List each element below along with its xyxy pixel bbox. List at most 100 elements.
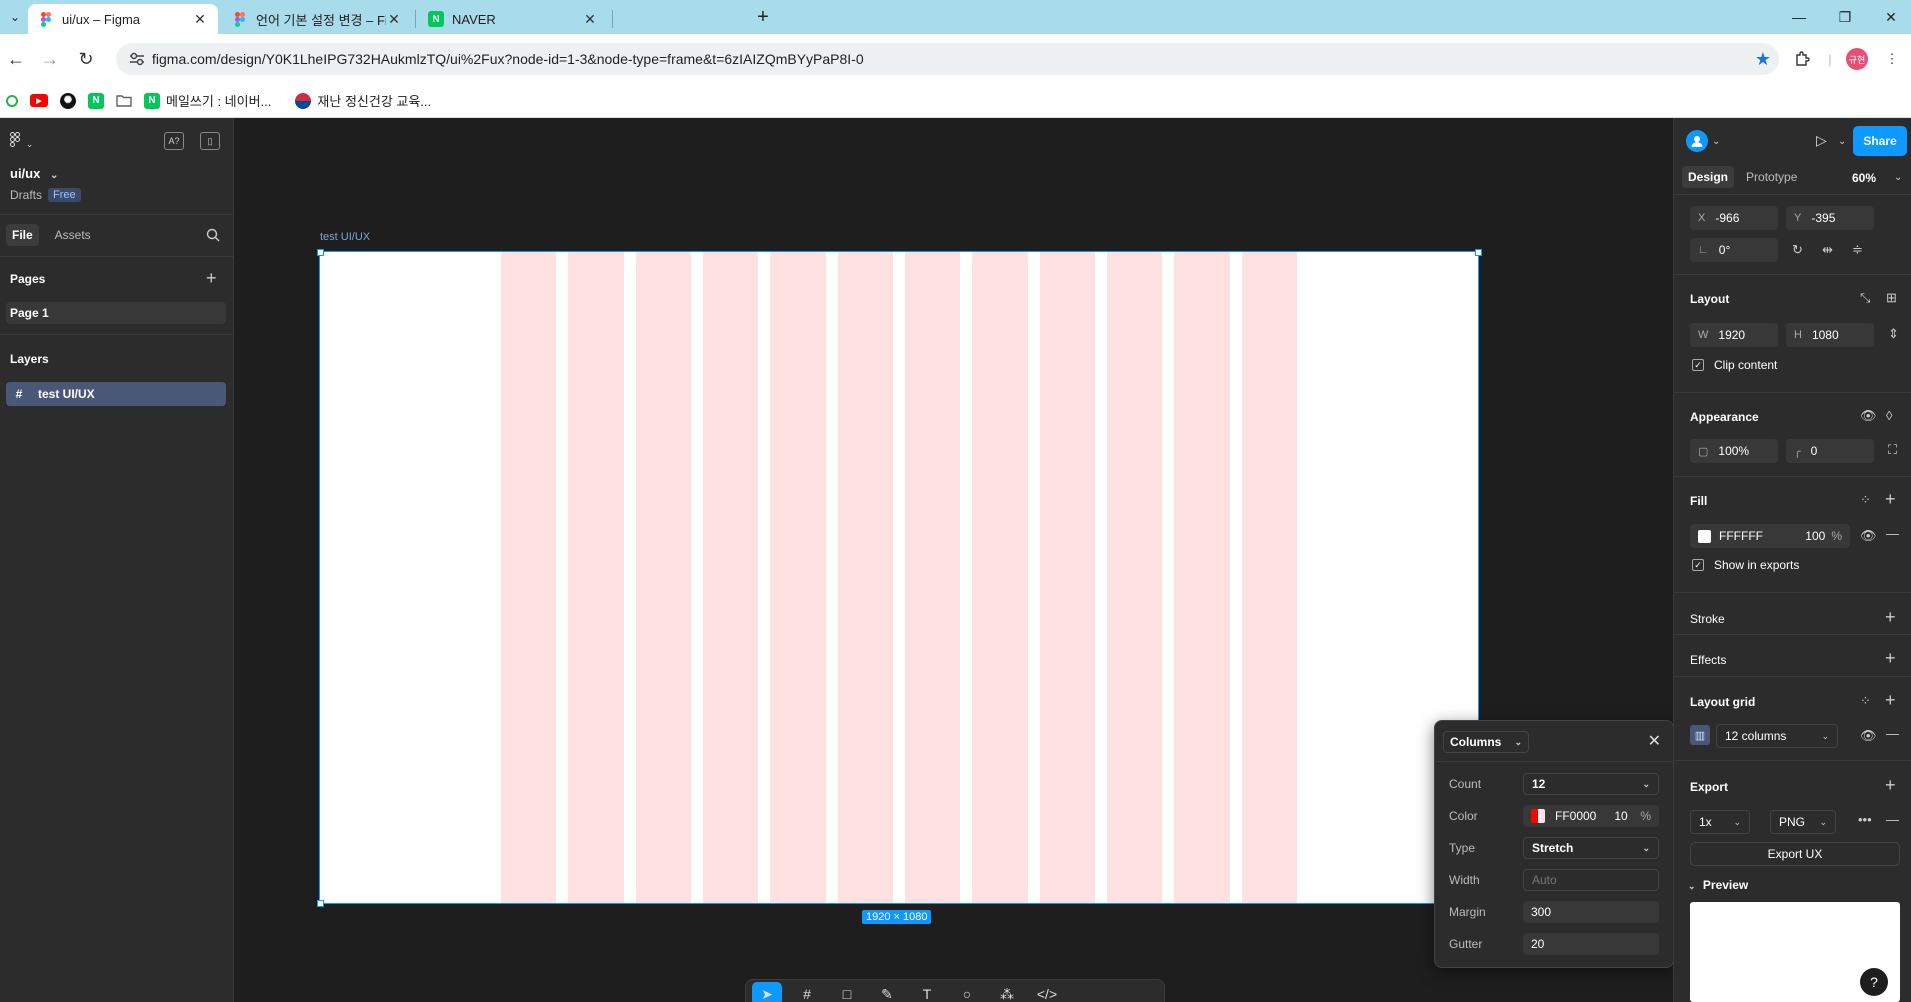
figma-main-menu-icon[interactable]: ⌄ <box>10 132 33 150</box>
width-field[interactable]: W 1920 <box>1690 323 1778 347</box>
window-close-icon[interactable]: ✕ <box>1880 6 1902 28</box>
move-tool-icon[interactable]: ➤ <box>752 982 782 1002</box>
rectangle-tool-icon[interactable]: □ <box>832 982 862 1002</box>
new-tab-button[interactable]: + <box>752 6 774 28</box>
resize-handle[interactable] <box>317 249 324 256</box>
constrain-proportions-icon[interactable]: ⇕ <box>1888 326 1899 342</box>
present-play-icon[interactable]: ▷ <box>1816 132 1827 149</box>
browser-tab-figma[interactable]: ui/ux – Figma ✕ <box>28 4 218 34</box>
remove-export-icon[interactable]: — <box>1886 812 1899 827</box>
x-position-field[interactable]: X -966 <box>1690 206 1778 230</box>
color-swatch[interactable] <box>1531 809 1545 823</box>
tab-prototype[interactable]: Prototype <box>1740 166 1803 188</box>
close-icon[interactable]: ✕ <box>582 11 598 28</box>
bookmark-item[interactable] <box>6 94 18 107</box>
layer-item[interactable]: # test UI/UX <box>6 382 226 406</box>
grid-type-select[interactable]: Columns ⌄ <box>1443 731 1529 753</box>
margin-input[interactable]: 300 <box>1523 901 1659 923</box>
styles-grid-icon[interactable]: ⁘ <box>1860 693 1871 709</box>
zoom-level[interactable]: 60% <box>1852 171 1876 185</box>
eye-icon[interactable]: 👁 <box>1860 728 1877 744</box>
preview-toggle[interactable]: ⌄ Preview <box>1688 878 1748 892</box>
more-options-icon[interactable]: ••• <box>1858 812 1872 827</box>
omnibox[interactable]: figma.com/design/Y0K1LheIPG732HAukmlzTQ/… <box>116 43 1779 75</box>
file-name[interactable]: ui/ux ⌄ <box>10 166 58 181</box>
export-scale-select[interactable]: 1x ⌄ <box>1690 810 1750 834</box>
y-position-field[interactable]: Y -395 <box>1786 206 1874 230</box>
text-tool-icon[interactable]: T <box>912 982 942 1002</box>
profile-avatar[interactable]: 규현 <box>1846 48 1868 70</box>
tab-search-chevron-icon[interactable]: ⌄ <box>4 6 26 28</box>
browser-tab-figma-language[interactable]: 언어 기본 설정 변경 – Figma L ✕ <box>222 4 412 34</box>
independent-corners-icon[interactable]: ⛶ <box>1888 442 1897 458</box>
close-icon[interactable]: ✕ <box>386 11 402 28</box>
blend-mode-icon[interactable]: ◊ <box>1886 408 1892 423</box>
reload-icon[interactable]: ↻ <box>74 47 98 71</box>
checkbox-checked[interactable]: ✓ <box>1692 359 1704 371</box>
bookmark-item[interactable]: ✺ <box>60 92 76 109</box>
forward-arrow-icon[interactable]: → <box>38 47 62 71</box>
chevron-down-icon[interactable]: ⌄ <box>1712 136 1720 147</box>
tab-file[interactable]: File <box>6 224 39 246</box>
comment-tool-icon[interactable]: ○ <box>952 982 982 1002</box>
ui-language-button[interactable]: A? <box>164 132 184 150</box>
back-arrow-icon[interactable]: ← <box>4 47 28 71</box>
close-icon[interactable]: ✕ <box>192 11 208 28</box>
add-effect-icon[interactable]: + <box>1885 648 1896 669</box>
dev-mode-icon[interactable]: </> <box>1032 982 1062 1002</box>
frame-label[interactable]: test UI/UX <box>320 231 370 243</box>
frame-tool-icon[interactable]: # <box>792 982 822 1002</box>
url-text[interactable]: figma.com/design/Y0K1LheIPG732HAukmlzTQ/… <box>152 51 1747 67</box>
fill-hex[interactable]: FFFFFF <box>1719 529 1763 543</box>
eye-icon[interactable]: 👁 <box>1860 408 1877 424</box>
color-hex[interactable]: FF0000 <box>1555 809 1596 823</box>
tab-design[interactable]: Design <box>1682 166 1735 188</box>
corner-radius-field[interactable]: ╭ 0 <box>1786 439 1874 463</box>
fill-color-swatch[interactable] <box>1698 529 1711 543</box>
chevron-down-icon[interactable]: ⌄ <box>1894 172 1902 183</box>
opacity-field[interactable]: ▢ 100% <box>1690 439 1778 463</box>
fill-opacity[interactable]: 100 <box>1805 529 1825 543</box>
page-item[interactable]: Page 1 <box>6 302 226 324</box>
styles-grid-icon[interactable]: ⁘ <box>1860 492 1871 508</box>
help-button[interactable]: ? <box>1860 968 1888 996</box>
add-page-icon[interactable]: + <box>206 268 217 289</box>
type-select[interactable]: Stretch ⌄ <box>1523 837 1659 859</box>
add-layout-grid-icon[interactable]: + <box>1885 690 1896 711</box>
site-settings-icon[interactable] <box>122 52 152 66</box>
toggle-sidebar-icon[interactable]: ▯ <box>200 132 220 150</box>
share-button[interactable]: Share <box>1853 126 1907 156</box>
bookmark-star-icon[interactable]: ★ <box>1747 49 1779 70</box>
browser-tab-naver[interactable]: N NAVER ✕ <box>418 4 608 34</box>
restore-icon[interactable]: ❐ <box>1834 6 1856 28</box>
remove-fill-icon[interactable]: — <box>1886 526 1899 541</box>
chevron-down-icon[interactable]: ⌄ <box>1838 136 1846 147</box>
collapse-icon[interactable]: ⤡ <box>1860 290 1870 306</box>
fill-field[interactable]: FFFFFF 100 % <box>1690 524 1850 548</box>
export-button[interactable]: Export UX <box>1690 842 1900 866</box>
auto-layout-icon[interactable]: ⊞ <box>1886 290 1897 306</box>
search-icon[interactable] <box>206 228 220 245</box>
add-export-icon[interactable]: + <box>1885 775 1896 796</box>
color-opacity[interactable]: 10 <box>1614 809 1627 823</box>
columns-grid-icon[interactable]: ▥ <box>1690 725 1710 745</box>
show-in-exports-row[interactable]: ✓ Show in exports <box>1692 558 1799 572</box>
pen-tool-icon[interactable]: ✎ <box>872 982 902 1002</box>
bookmark-item[interactable] <box>116 93 132 109</box>
resize-handle[interactable] <box>1475 249 1482 256</box>
actions-tool-icon[interactable]: ⁂ <box>992 982 1022 1002</box>
bookmark-item[interactable]: N <box>88 92 104 109</box>
bookmark-item[interactable]: N 메일쓰기 : 네이버... <box>144 91 271 110</box>
layout-grid-select[interactable]: 12 columns ⌄ <box>1716 724 1838 748</box>
gutter-input[interactable]: 20 <box>1523 933 1659 955</box>
extensions-icon[interactable] <box>1790 47 1814 71</box>
color-field[interactable]: FF0000 10 % <box>1523 805 1659 827</box>
clip-content-row[interactable]: ✓ Clip content <box>1692 358 1777 372</box>
flip-vertical-icon[interactable]: ≑ <box>1852 242 1863 258</box>
width-input[interactable]: Auto <box>1523 869 1659 891</box>
bookmark-item[interactable]: 재난 정신건강 교육... <box>295 91 431 110</box>
frame-test-uiux[interactable] <box>319 251 1479 904</box>
height-field[interactable]: H 1080 <box>1786 323 1874 347</box>
rotate-icon[interactable]: ↻ <box>1792 242 1803 258</box>
count-select[interactable]: 12 ⌄ <box>1523 773 1659 795</box>
